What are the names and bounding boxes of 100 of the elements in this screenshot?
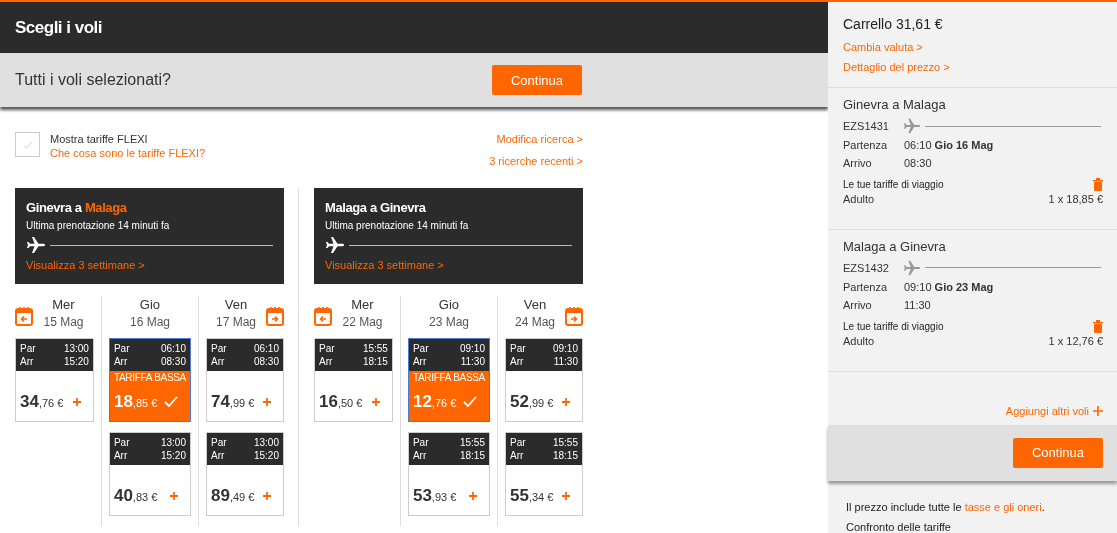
arrival-time: 15:20 [63, 355, 89, 368]
plane-icon [903, 258, 921, 277]
weekday-label: Mer [52, 296, 75, 314]
flexi-checkbox[interactable] [15, 132, 40, 157]
fares-label: Le tue tariffe di viaggio [843, 179, 944, 190]
arrival-label: Arr [211, 355, 225, 368]
flight-fare-card[interactable]: Par 13:00 Arr 15:20 89,49 € [206, 432, 284, 516]
low-fare-label: TARIFFA BASSA [412, 371, 485, 383]
next-dates-icon[interactable] [565, 306, 583, 326]
arrival-time: 08:30 [160, 355, 186, 368]
view-weeks-link[interactable]: Visualizza 3 settimane > [325, 259, 572, 271]
arrival-label: Arr [412, 355, 427, 368]
plus-icon [562, 492, 570, 500]
departure-label: Par [211, 342, 227, 355]
plane-icon [26, 235, 46, 255]
departure-time: 06:10 [160, 342, 186, 355]
arrival-time: 15:20 [160, 449, 186, 462]
fare-price: 16,50 € [319, 392, 363, 412]
flight-fare-card[interactable]: Par 09:10 Arr 11:30 52,99 € [505, 338, 583, 422]
plus-icon [562, 398, 570, 406]
last-booking-text: Ultima prenotazione 14 minuti fa [325, 220, 470, 231]
plane-icon [325, 235, 345, 255]
passenger-type: Adulto [843, 333, 875, 349]
arrival-time: 18:15 [552, 449, 578, 462]
flight-fare-card[interactable]: Par 06:10 Arr 08:30 74,99 € [206, 338, 284, 422]
plus-icon[interactable] [1093, 405, 1103, 416]
date-label: 22 Mag [342, 314, 383, 330]
departure-time: 09:10 [459, 342, 485, 355]
arrival-time: 15:20 [253, 449, 279, 462]
previous-dates-icon[interactable] [314, 306, 332, 326]
arrival-value: 11:30 [904, 297, 931, 313]
date-label: 17 Mag [216, 314, 256, 330]
low-fare-label: TARIFFA BASSA [113, 371, 186, 383]
plus-icon [170, 492, 178, 500]
departure-time: 15:55 [552, 436, 578, 449]
next-dates-icon[interactable] [266, 306, 284, 326]
taxes-link[interactable]: tasse e gli oneri [964, 501, 1042, 513]
departure-label: Par [211, 436, 227, 449]
plane-icon [903, 117, 921, 135]
journey-title: Malaga a Ginevra [325, 200, 427, 215]
cart-link[interactable]: Dettaglio del prezzo > [843, 57, 1103, 77]
flight-fare-card[interactable]: Par 15:55 Arr 18:15 16,50 € [314, 338, 393, 422]
plus-icon [72, 398, 81, 406]
trip-title: Malaga a Ginevra [843, 238, 947, 254]
weekday-label: Mer [351, 296, 374, 314]
departure-label: Par [113, 342, 130, 355]
departure-label: Par [510, 436, 526, 449]
cart-total: Carrello 31,61 € [843, 16, 944, 32]
date-label: 23 Mag [428, 314, 469, 330]
weekday-label: Gio [139, 296, 161, 314]
fare-price: 12,76 € [412, 392, 457, 412]
departure-time: 13:00 [160, 436, 186, 449]
arrival-time: 11:30 [553, 355, 578, 368]
weekday-label: Ven [523, 296, 547, 314]
check-icon [164, 396, 178, 408]
departure-label: Par [412, 436, 429, 449]
last-booking-text: Ultima prenotazione 14 minuti fa [26, 220, 171, 231]
departure-time: 15:55 [362, 342, 388, 355]
trash-icon[interactable] [1093, 319, 1103, 333]
arrival-label: Arr [510, 449, 524, 462]
flight-number: EZS1432 [843, 261, 890, 274]
add-flights-link[interactable]: Aggiungi altri voli [1005, 404, 1089, 417]
arrival-label: Arr [113, 355, 128, 368]
trip-title: Ginevra a Malaga [843, 97, 947, 112]
fare-price: 55,34 € [510, 486, 554, 506]
departure-label: Par [412, 342, 429, 355]
cart-link[interactable]: Cambia valuta > [843, 37, 1103, 57]
continue-button[interactable]: Continua [1013, 437, 1103, 468]
departure-value: 09:10 Gio 23 Mag [904, 279, 994, 295]
flight-fare-card[interactable]: Par 06:10 Arr 08:30 TARIFFA BASSA 18,85 € [108, 338, 191, 422]
flight-fare-card[interactable]: Par 15:55 Arr 18:15 55,34 € [505, 432, 583, 516]
flight-fare-card[interactable]: Par 13:00 Arr 15:20 40,83 € [108, 432, 191, 516]
journey-title: Ginevra a Malaga [26, 200, 128, 215]
search-link[interactable]: 3 ricerche recenti > [489, 154, 583, 168]
arrival-value: 08:30 [904, 156, 932, 171]
departure-value: 06:10 Gio 16 Mag [904, 138, 994, 153]
view-weeks-link[interactable]: Visualizza 3 settimane > [26, 259, 273, 271]
flight-fare-card[interactable]: Par 13:00 Arr 15:20 34,76 € [15, 338, 94, 422]
fare-price: 40,83 € [113, 486, 158, 506]
departure-label: Par [319, 342, 335, 355]
flexi-info-link[interactable]: Che cosa sono le tariffe FLEXI? [50, 146, 206, 160]
arrival-label: Arr [211, 449, 225, 462]
departure-time: 15:55 [459, 436, 485, 449]
search-link[interactable]: Modifica ricerca > [496, 132, 583, 146]
arrival-label: Arr [412, 449, 427, 462]
departure-label: Par [20, 342, 36, 355]
trash-icon[interactable] [1093, 178, 1103, 191]
fare-price: 74,99 € [211, 392, 255, 412]
departure-label: Partenza [843, 279, 889, 295]
previous-dates-icon[interactable] [15, 306, 33, 326]
price-note: Il prezzo include tutte le tasse e gli oneri. [846, 501, 1046, 513]
departure-time: 13:00 [63, 342, 89, 355]
arrival-time: 08:30 [253, 355, 279, 368]
fare-amount: 1 x 12,76 € [1048, 333, 1103, 349]
departure-time: 06:10 [253, 342, 279, 355]
continue-button[interactable]: Continua [492, 65, 582, 95]
date-label: 16 Mag [129, 314, 170, 330]
plus-icon [263, 398, 271, 406]
flight-fare-card[interactable]: Par 15:55 Arr 18:15 53,93 € [407, 432, 490, 516]
flight-fare-card[interactable]: Par 09:10 Arr 11:30 TARIFFA BASSA 12,76 € [407, 338, 490, 422]
